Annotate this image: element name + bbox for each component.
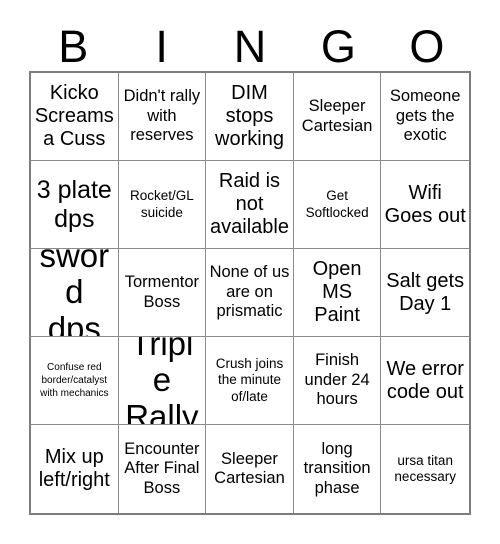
bingo-cell-label: We error code out: [386, 357, 464, 403]
bingo-cell-label: sword dps: [39, 249, 110, 337]
bingo-cell-label: Rocket/GL suicide: [130, 188, 194, 220]
bingo-cell[interactable]: Finish under 24 hours: [293, 337, 382, 425]
bingo-cell[interactable]: Triple Rally: [118, 337, 207, 425]
bingo-cell[interactable]: Rocket/GL suicide: [118, 161, 207, 249]
bingo-cell-label: long transition phase: [303, 439, 371, 497]
bingo-cell[interactable]: Someone gets the exotic: [381, 73, 469, 161]
bingo-cell-label: Sleeper Cartesian: [301, 97, 373, 135]
bingo-cell-label: Someone gets the exotic: [389, 87, 461, 145]
bingo-cell-label: Encounter After Final Boss: [124, 439, 200, 497]
bingo-cell[interactable]: Get Softlocked: [293, 161, 382, 249]
bingo-cell-label: Open MS Paint: [312, 258, 362, 326]
bingo-cell[interactable]: Sleeper Cartesian: [293, 73, 382, 161]
bingo-cell[interactable]: ursa titan necessary: [381, 425, 469, 513]
bingo-cell[interactable]: Confuse red border/catalyst with mechani…: [31, 337, 119, 425]
bingo-cell[interactable]: Raid is not available: [206, 161, 294, 249]
bingo-cell[interactable]: long transition phase: [293, 425, 382, 513]
bingo-grid: Kicko Screams a Cuss Didn't rally with r…: [29, 71, 471, 515]
bingo-cell-label: Kicko Screams a Cuss: [34, 82, 114, 150]
bingo-cell-label: Finish under 24 hours: [304, 351, 370, 409]
bingo-cell-label: Wifi Goes out: [384, 181, 466, 227]
bingo-cell[interactable]: None of us are on prismatic: [206, 249, 294, 337]
bingo-cell-label: None of us are on prismatic: [209, 263, 290, 321]
bingo-cell[interactable]: Kicko Screams a Cuss: [31, 73, 119, 161]
bingo-cell-label: Salt gets Day 1: [386, 269, 465, 315]
bingo-header-letter-b: B: [58, 21, 89, 72]
bingo-cell-label: ursa titan necessary: [394, 452, 456, 484]
bingo-cell[interactable]: 3 plate dps: [31, 161, 119, 249]
bingo-header-letter-o: O: [409, 21, 445, 72]
bingo-card: B I N G O Kicko Screams a Cuss Didn't ra…: [0, 0, 500, 544]
bingo-header-letter-g: G: [320, 21, 356, 72]
bingo-cell[interactable]: Open MS Paint: [293, 249, 382, 337]
bingo-cell-label: Mix up left/right: [38, 446, 110, 491]
bingo-cell-label: 3 plate dps: [36, 176, 112, 233]
bingo-cell[interactable]: Didn't rally with reserves: [118, 73, 207, 161]
bingo-header-letter-n: N: [233, 21, 267, 72]
bingo-cell[interactable]: Encounter After Final Boss: [118, 425, 207, 513]
bingo-cell[interactable]: Crush joins the minute of/late: [206, 337, 294, 425]
bingo-cell-label: Triple Rally: [125, 337, 199, 425]
bingo-cell[interactable]: DIM stops working: [206, 73, 294, 161]
bingo-cell[interactable]: Mix up left/right: [31, 425, 119, 513]
bingo-cell-label: Sleeper Cartesian: [214, 449, 285, 487]
bingo-cell-label: Didn't rally with reserves: [123, 87, 201, 145]
bingo-cell-label: DIM stops working: [215, 82, 284, 150]
bingo-cell[interactable]: Sleeper Cartesian: [206, 425, 294, 513]
bingo-cell[interactable]: Tormentor Boss: [118, 249, 207, 337]
bingo-cell[interactable]: Salt gets Day 1: [381, 249, 469, 337]
bingo-cell[interactable]: We error code out: [381, 337, 469, 425]
bingo-cell-label: Crush joins the minute of/late: [215, 355, 284, 404]
bingo-header: B I N G O: [29, 14, 471, 71]
bingo-cell[interactable]: Wifi Goes out: [381, 161, 469, 249]
bingo-cell-label: Get Softlocked: [305, 188, 369, 220]
bingo-cell-label: Tormentor Boss: [124, 273, 200, 311]
bingo-cell-label: Confuse red border/catalyst with mechani…: [40, 362, 109, 399]
bingo-cell[interactable]: sword dps: [31, 249, 119, 337]
bingo-header-letter-i: I: [155, 21, 168, 72]
bingo-cell-label: Raid is not available: [210, 170, 289, 238]
